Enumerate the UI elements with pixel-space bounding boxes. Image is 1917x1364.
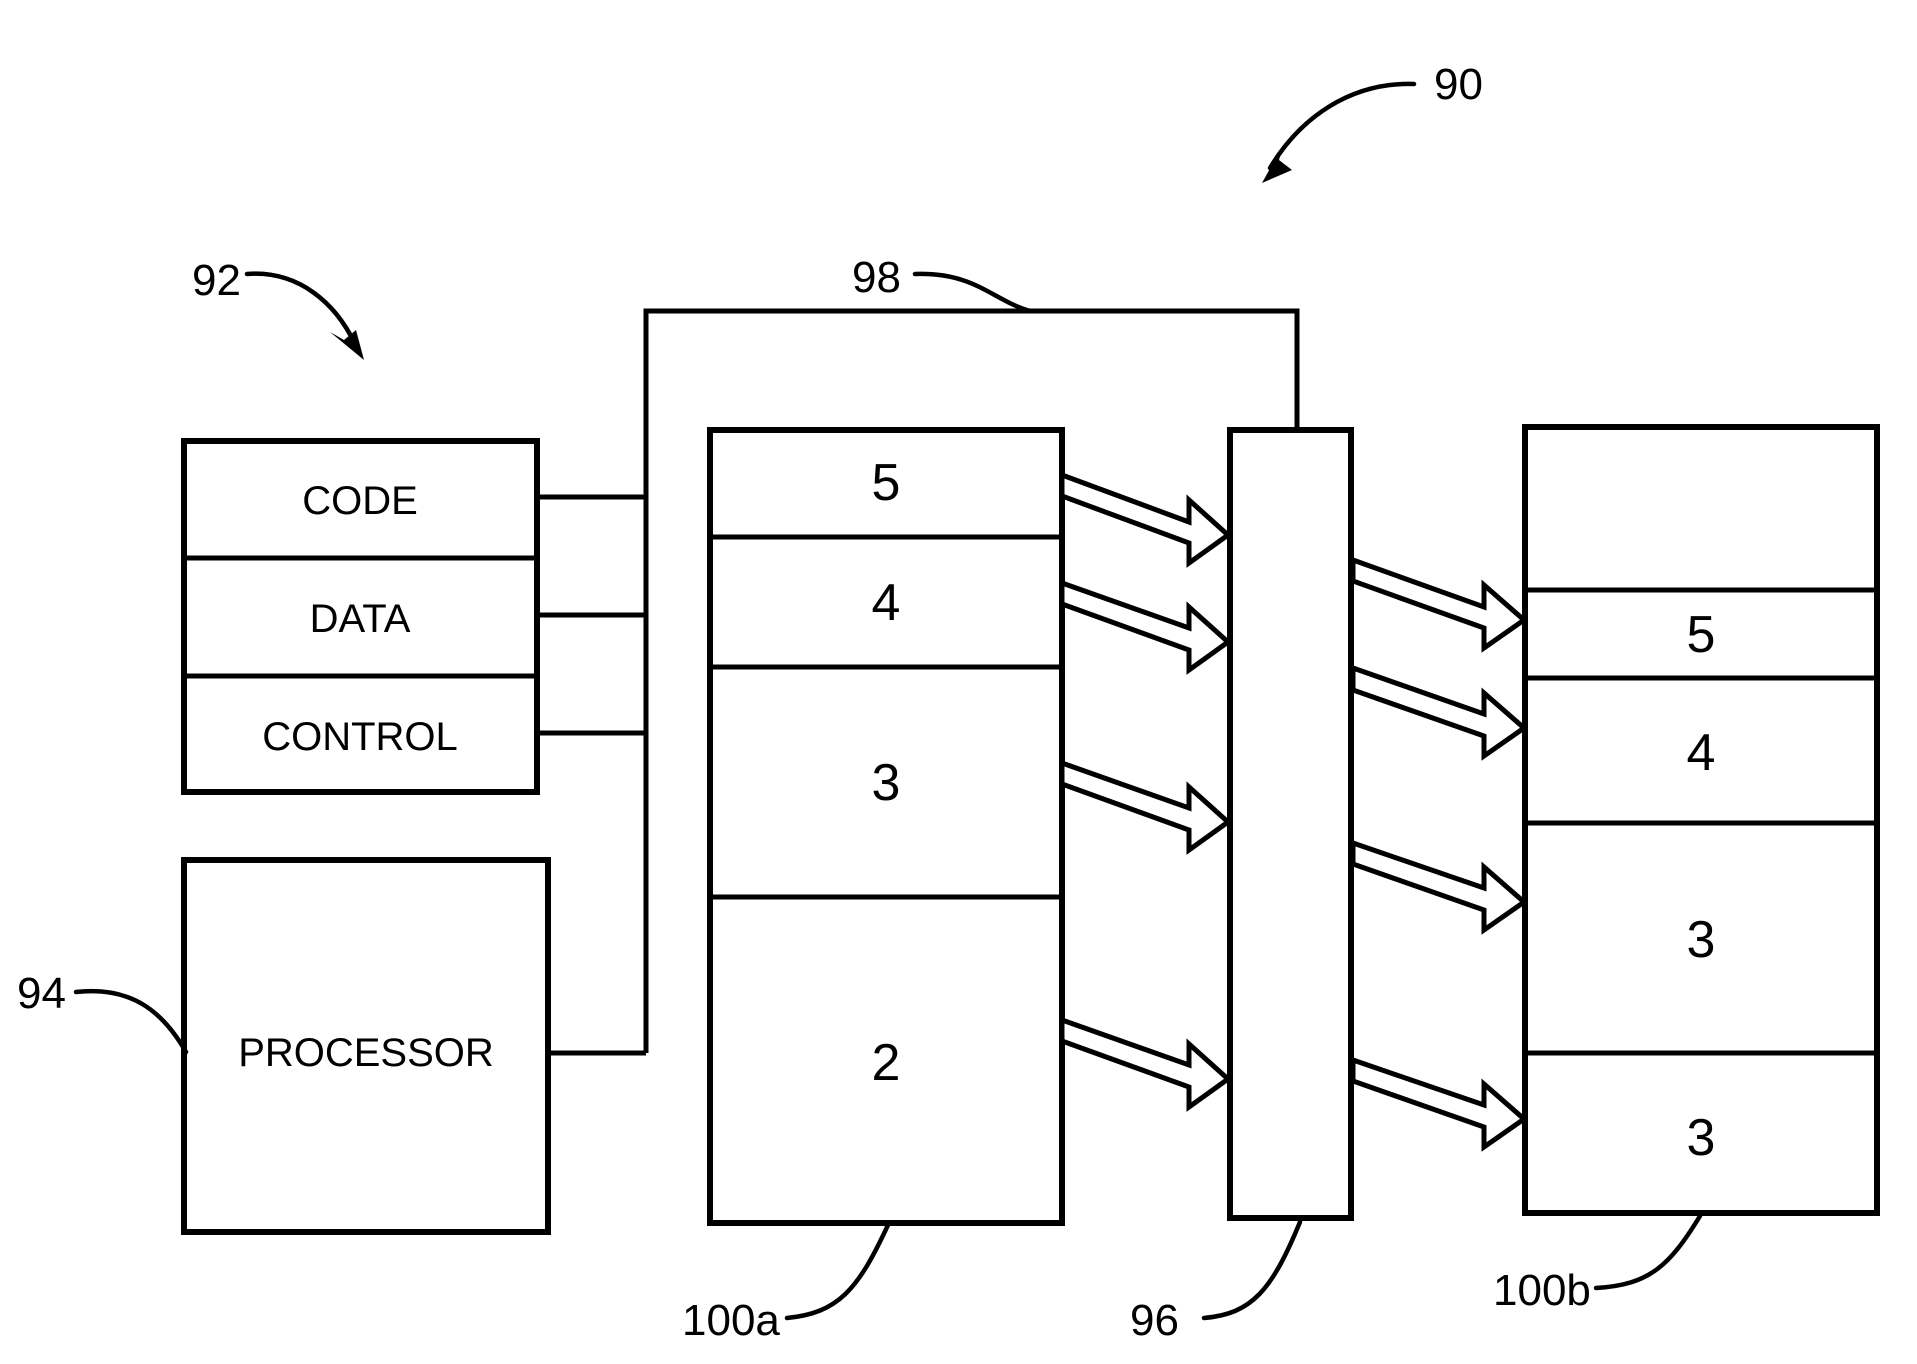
- memory-section-control-label: CONTROL: [262, 715, 458, 759]
- ref-leader-100a: [784, 1222, 891, 1321]
- ref-label-96: 96: [1130, 1296, 1179, 1345]
- stack-source-100a[interactable]: 5 4 3 2: [707, 427, 1065, 1226]
- stack-source-entry-1: 4: [872, 574, 901, 632]
- processor-label: PROCESSOR: [238, 1031, 494, 1075]
- memory-box[interactable]: CODE DATA CONTROL: [181, 438, 540, 795]
- ref-label-92: 92: [192, 256, 241, 305]
- stack-source-entry-2: 3: [872, 754, 901, 812]
- transfer-arrows-translator-to-target: [1350, 556, 1529, 1152]
- memory-section-data-label: DATA: [310, 597, 411, 641]
- ref-leader-90: [1262, 81, 1417, 183]
- translator-box-96[interactable]: [1227, 427, 1354, 1221]
- ref-leader-92: [244, 271, 364, 360]
- ref-leader-94: [73, 988, 189, 1055]
- ref-label-94: 94: [17, 969, 66, 1018]
- patent-figure: CODE DATA CONTROL PROCESSOR 5 4 3 2 5 4 …: [0, 0, 1917, 1364]
- stack-target-entry-4: 3: [1687, 1109, 1716, 1167]
- stack-source-entry-0: 5: [872, 454, 901, 512]
- figure-canvas: CODE DATA CONTROL PROCESSOR 5 4 3 2 5 4 …: [17, 60, 1880, 1345]
- stack-target-entry-3: 3: [1687, 911, 1716, 969]
- transfer-arrows-source-to-translator: [1059, 471, 1232, 1112]
- memory-section-code-label: CODE: [302, 479, 418, 523]
- ref-leader-100b: [1593, 1213, 1703, 1291]
- processor-box[interactable]: PROCESSOR: [181, 857, 551, 1235]
- stack-source-entry-3: 2: [872, 1034, 901, 1092]
- ref-leader-98: [912, 271, 1033, 314]
- ref-leader-96: [1201, 1219, 1303, 1321]
- stack-target-100b[interactable]: 5 4 3 3: [1522, 424, 1880, 1216]
- stack-target-entry-2: 4: [1687, 724, 1716, 782]
- ref-label-98: 98: [852, 253, 901, 302]
- memory-bus-connectors: [537, 494, 646, 1056]
- ref-label-90: 90: [1434, 60, 1483, 109]
- stack-target-entry-1: 5: [1687, 606, 1716, 664]
- ref-label-100a: 100a: [682, 1296, 780, 1345]
- ref-label-100b: 100b: [1493, 1266, 1591, 1315]
